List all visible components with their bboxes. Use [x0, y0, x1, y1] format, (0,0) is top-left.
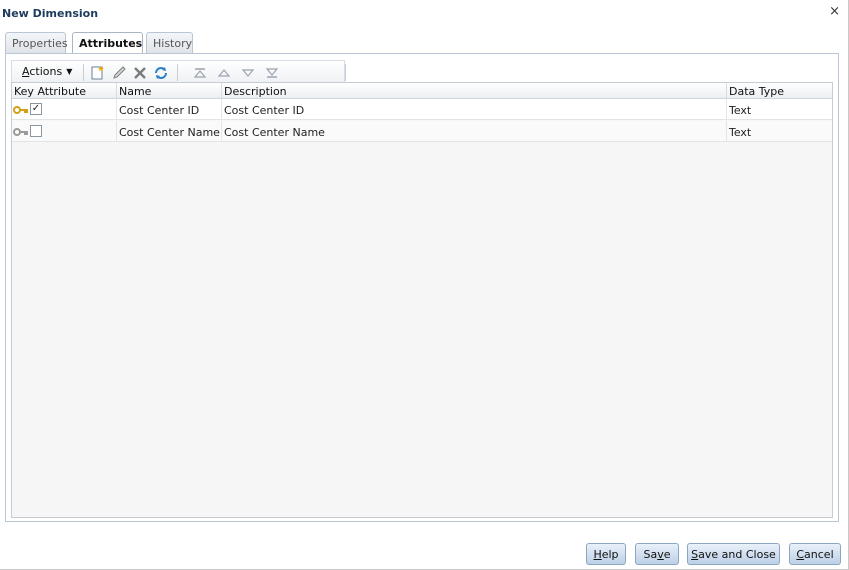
- save-and-close-label-rest: ave and Close: [698, 548, 776, 561]
- actions-menu-button[interactable]: Actions ▼: [22, 65, 72, 78]
- move-bottom-icon[interactable]: [264, 65, 280, 81]
- name-cell[interactable]: Cost Center Name: [117, 121, 222, 142]
- help-mnemonic: H: [593, 548, 602, 561]
- tab-attributes[interactable]: Attributes: [72, 32, 143, 54]
- cancel-mnemonic: C: [796, 548, 805, 561]
- save-button[interactable]: Save: [635, 543, 679, 565]
- help-label-rest: elp: [601, 548, 619, 561]
- key-attribute-cell: [12, 121, 117, 142]
- description-cell[interactable]: Cost Center Name: [222, 121, 727, 142]
- cancel-label-rest: ancel: [804, 548, 834, 561]
- dialog-title: New Dimension: [2, 7, 99, 20]
- table-row[interactable]: ✓ Cost Center ID Cost Center ID Text: [12, 99, 832, 120]
- table-header: Key Attribute Name Description Data Type: [12, 83, 832, 99]
- edit-icon[interactable]: [111, 65, 127, 81]
- column-header-description[interactable]: Description: [222, 83, 727, 99]
- save-label-pre: Sa: [643, 548, 658, 561]
- refresh-icon[interactable]: [153, 65, 169, 81]
- close-icon[interactable]: ×: [829, 4, 840, 19]
- key-attribute-cell: ✓: [12, 99, 117, 120]
- move-down-icon[interactable]: [240, 65, 256, 81]
- cancel-button[interactable]: Cancel: [789, 543, 841, 565]
- column-header-data-type[interactable]: Data Type: [727, 83, 832, 99]
- save-and-close-button[interactable]: Save and Close: [687, 543, 780, 565]
- toolbar-divider: [345, 64, 346, 81]
- key-icon: [13, 128, 28, 136]
- save-label-rest: e: [663, 548, 671, 561]
- delete-icon[interactable]: [132, 65, 148, 81]
- tab-history[interactable]: History: [146, 32, 193, 53]
- new-dimension-dialog: New Dimension × Properties Attributes Hi…: [0, 0, 849, 570]
- help-button[interactable]: Help: [586, 543, 626, 565]
- toolbar-divider: [177, 64, 178, 81]
- column-header-key-attribute[interactable]: Key Attribute: [12, 83, 117, 99]
- new-icon[interactable]: [90, 65, 106, 81]
- move-up-icon[interactable]: [216, 65, 232, 81]
- table-row[interactable]: Cost Center Name Cost Center Name Text: [12, 121, 832, 142]
- attributes-panel: Actions ▼ Key Attribute Name Description…: [5, 53, 839, 522]
- attributes-table: Key Attribute Name Description Data Type…: [11, 82, 833, 518]
- description-cell[interactable]: Cost Center ID: [222, 99, 727, 120]
- column-header-name[interactable]: Name: [117, 83, 222, 99]
- data-type-cell[interactable]: Text: [727, 99, 832, 120]
- key-icon: [13, 106, 28, 114]
- key-attribute-checkbox[interactable]: [30, 125, 42, 137]
- toolbar-divider: [83, 64, 84, 81]
- tab-properties[interactable]: Properties: [5, 32, 68, 53]
- data-type-cell[interactable]: Text: [727, 121, 832, 142]
- key-attribute-checkbox[interactable]: ✓: [30, 103, 42, 115]
- attributes-toolbar: Actions ▼: [11, 60, 346, 83]
- name-cell[interactable]: Cost Center ID: [117, 99, 222, 120]
- actions-label-rest: ctions: [29, 65, 63, 78]
- move-top-icon[interactable]: [192, 65, 208, 81]
- chevron-down-icon: ▼: [66, 67, 73, 76]
